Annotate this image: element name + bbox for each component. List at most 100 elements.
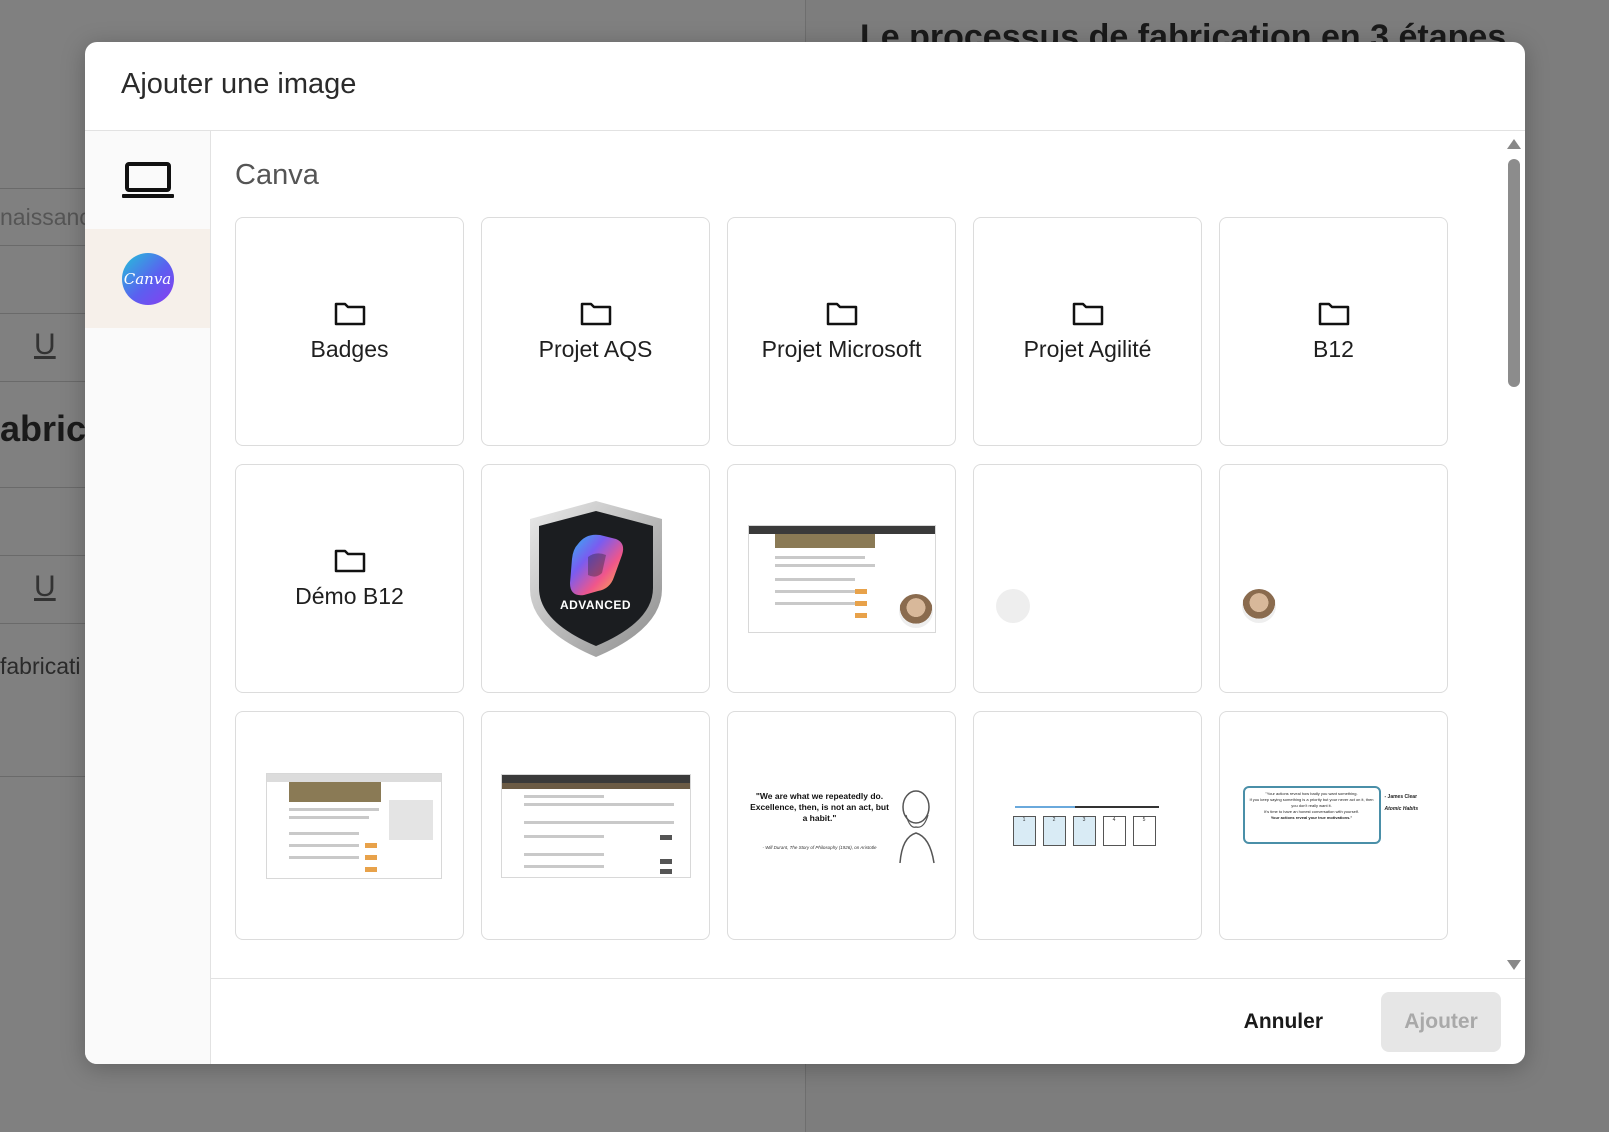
image-thumbnail-screenshot[interactable]	[481, 711, 710, 940]
divider	[0, 188, 86, 189]
status-tag	[659, 868, 672, 874]
text-line	[523, 794, 604, 798]
browser-bar	[748, 525, 935, 534]
browser-bar	[501, 774, 690, 783]
folder-icon	[334, 302, 365, 326]
screenshot-thumbnail	[747, 524, 936, 633]
bg-fragment: fabricati	[0, 653, 81, 679]
avatar	[1242, 589, 1276, 623]
folder-icon	[580, 302, 611, 326]
scroll-up-arrow-icon[interactable]	[1507, 139, 1521, 149]
sidebar-item-canva[interactable]: Canva	[85, 229, 210, 328]
process-step: 3	[1072, 815, 1096, 846]
dialog-header: Ajouter une image	[85, 42, 1525, 131]
dialog-title: Ajouter une image	[121, 68, 357, 100]
folder-card[interactable]: Démo B12	[235, 464, 464, 693]
text-line	[774, 601, 855, 605]
divider	[0, 487, 86, 488]
speech-line: Your actions reveal your true motivation…	[1270, 814, 1353, 820]
screenshot-thumbnail	[500, 773, 691, 878]
status-tag	[364, 854, 377, 860]
folder-card[interactable]: Projet Agilité	[973, 217, 1202, 446]
scroll-thumb[interactable]	[1508, 159, 1520, 387]
folder-card[interactable]: Projet AQS	[481, 217, 710, 446]
process-step: 4	[1102, 815, 1126, 846]
divider	[0, 776, 86, 777]
folder-name: B12	[1313, 336, 1354, 362]
text-line	[523, 802, 674, 806]
speech-quote-image: "Your actions reveal how badly you want …	[1239, 785, 1429, 866]
image-thumbnail-quote[interactable]: "We are what we repeatedly do. Excellenc…	[727, 711, 956, 940]
folder-icon	[1318, 302, 1349, 326]
folder-card[interactable]: Badges	[235, 217, 464, 446]
folder-name: Badges	[310, 336, 389, 362]
photo-strip	[774, 533, 875, 548]
image-thumbnail-screenshot[interactable]	[727, 464, 956, 693]
bust-illustration	[898, 789, 935, 863]
status-tag	[854, 588, 867, 594]
folder-icon	[1072, 302, 1103, 326]
image-thumbnail-speech-quote[interactable]: "Your actions reveal how badly you want …	[1219, 711, 1448, 940]
folder-name: Démo B12	[295, 583, 404, 609]
folder-card[interactable]: B12	[1219, 217, 1448, 446]
text-line	[774, 589, 855, 593]
underline-icon: U	[34, 570, 56, 603]
image-thumbnail-blank[interactable]	[973, 464, 1202, 693]
add-image-dialog: Ajouter une image Canva Canva Badges Pro…	[85, 42, 1525, 1064]
process-step: 5	[1132, 815, 1156, 846]
scroll-down-arrow-icon[interactable]	[1507, 960, 1521, 970]
canva-logo-icon: Canva	[121, 252, 174, 305]
text-line	[523, 864, 604, 868]
source-sidebar: Canva	[85, 131, 211, 1064]
folder-card[interactable]: Projet Microsoft	[727, 217, 956, 446]
cancel-button[interactable]: Annuler	[1228, 999, 1339, 1045]
calendar-widget	[388, 799, 433, 840]
underline-icon: U	[34, 328, 56, 361]
browser-bar	[266, 773, 441, 782]
folder-name: Projet Microsoft	[761, 336, 922, 362]
scrollbar[interactable]	[1503, 131, 1525, 978]
status-tag	[364, 842, 377, 848]
status-tag	[364, 866, 377, 872]
status-tag	[854, 600, 867, 606]
text-line	[774, 563, 875, 567]
add-button[interactable]: Ajouter	[1381, 992, 1501, 1052]
timeline-progress	[1014, 805, 1075, 808]
image-thumbnail-screenshot[interactable]	[235, 711, 464, 940]
text-line	[523, 820, 674, 824]
status-tag	[659, 834, 672, 840]
folder-icon	[334, 549, 365, 573]
quote-text: "We are what we repeatedly do. Excellenc…	[750, 790, 889, 823]
status-tag	[659, 858, 672, 864]
advanced-badge-image	[529, 500, 662, 657]
speech-bubble: "Your actions reveal how badly you want …	[1242, 785, 1381, 844]
status-tag	[854, 612, 867, 618]
text-line	[288, 807, 379, 811]
divider	[0, 313, 86, 314]
image-thumbnail-badge[interactable]: ADVANCED	[481, 464, 710, 693]
text-line	[523, 852, 604, 856]
quote-book: Atomic Habits	[1384, 805, 1419, 812]
folder-name: Projet AQS	[538, 336, 653, 362]
divider	[0, 623, 86, 624]
text-line	[288, 843, 359, 847]
text-line	[288, 855, 359, 859]
image-thumbnail-process[interactable]: 1 2 3 4 5	[973, 711, 1202, 940]
text-line	[288, 831, 359, 835]
process-step: 2	[1042, 815, 1066, 846]
text-line	[288, 815, 369, 819]
speech-line: It's time to have an honest conversation…	[1264, 808, 1359, 814]
quote-image: "We are what we repeatedly do. Excellenc…	[744, 781, 940, 871]
process-diagram: 1 2 3 4 5	[1012, 802, 1163, 850]
screenshot-thumbnail	[265, 772, 442, 879]
photo-strip	[288, 781, 381, 802]
photo-strip	[501, 782, 690, 789]
dialog-footer: Annuler Ajouter	[211, 978, 1525, 1064]
process-step: 1	[1012, 815, 1036, 846]
folder-icon	[826, 302, 857, 326]
image-thumbnail-avatar[interactable]	[1219, 464, 1448, 693]
speech-line: "Your actions reveal how badly you want …	[1265, 790, 1358, 796]
sidebar-item-computer[interactable]	[85, 131, 210, 230]
folder-name: Projet Agilité	[1023, 336, 1152, 362]
quote-attribution: - Will Durant, The Story of Philosophy (…	[762, 844, 877, 850]
